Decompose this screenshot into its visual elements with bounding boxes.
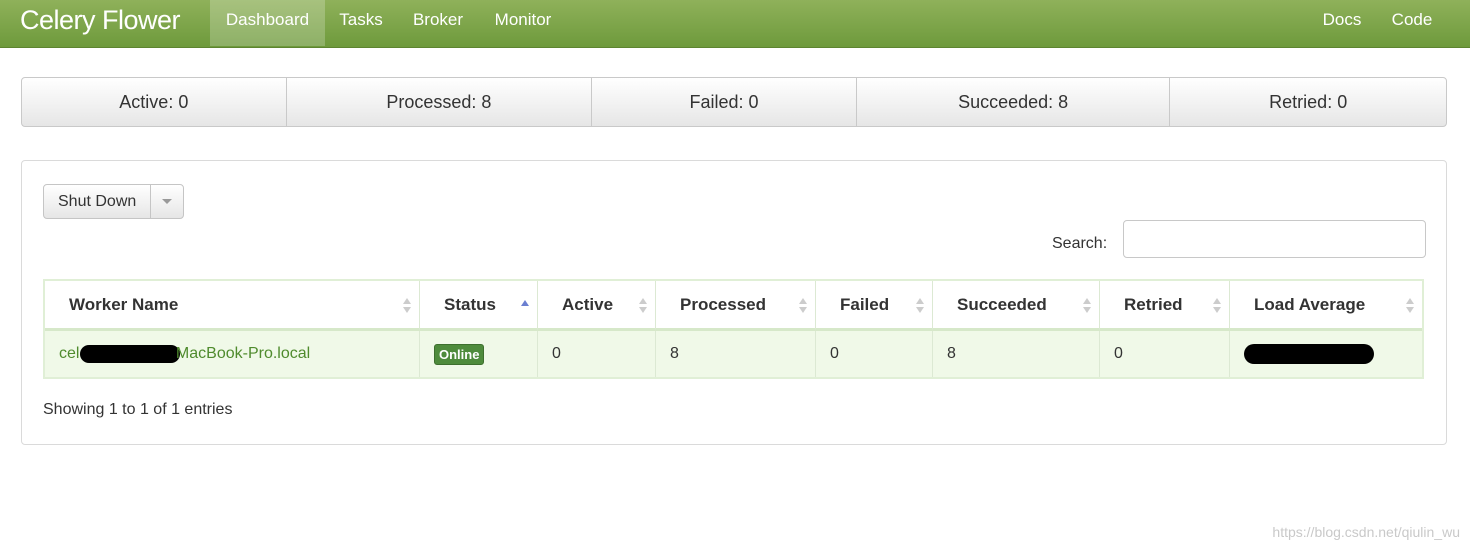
- sort-icon: [916, 298, 924, 314]
- shutdown-button[interactable]: Shut Down: [44, 185, 152, 218]
- shutdown-button-group: Shut Down: [43, 184, 185, 219]
- nav-broker[interactable]: Broker: [397, 0, 479, 46]
- top-navbar: Celery Flower Dashboard Tasks Broker Mon…: [0, 0, 1470, 48]
- sort-ascending-icon: [521, 298, 529, 314]
- sort-icon: [1083, 298, 1091, 314]
- search-input[interactable]: [1123, 220, 1426, 258]
- watermark-text: https://blog.csdn.net/qiulin_wu: [1272, 524, 1460, 540]
- workers-panel: Shut Down Search: Worker Name Status Act…: [21, 160, 1447, 445]
- column-label: Retried: [1124, 294, 1183, 314]
- stat-failed: Failed: 0: [592, 78, 857, 126]
- cell-retried: 0: [1100, 331, 1230, 377]
- column-header-processed[interactable]: Processed: [656, 281, 816, 331]
- status-badge: Online: [434, 343, 485, 365]
- cell-load-average: [1230, 331, 1422, 377]
- nav-code[interactable]: Code: [1377, 0, 1447, 46]
- sort-icon: [1406, 298, 1414, 314]
- stat-retried: Retried: 0: [1269, 91, 1348, 112]
- table-row: celery@MacBook-Pro.local Online 0 8 0 8 …: [45, 331, 1422, 377]
- search-label: Search:: [1052, 235, 1108, 252]
- column-label: Load Average: [1254, 294, 1366, 314]
- column-label: Processed: [680, 294, 766, 314]
- table-info: Showing 1 to 1 of 1 entries: [43, 401, 233, 418]
- nav-tasks[interactable]: Tasks: [325, 0, 397, 46]
- redacted-mark: [79, 344, 180, 363]
- stat-processed: Processed: 8: [287, 78, 593, 126]
- stat-active: Active: 0: [22, 78, 287, 126]
- nav-docs[interactable]: Docs: [1307, 0, 1377, 46]
- column-header-load-average[interactable]: Load Average: [1230, 281, 1422, 331]
- table-header-row: Worker Name Status Active Processed Fail…: [45, 281, 1422, 331]
- column-label: Worker Name: [69, 294, 179, 314]
- nav-monitor[interactable]: Monitor: [479, 0, 567, 46]
- workers-table: Worker Name Status Active Processed Fail…: [43, 279, 1424, 379]
- column-label: Active: [562, 294, 614, 314]
- column-header-status[interactable]: Status: [420, 281, 538, 331]
- cell-status: Online: [420, 331, 538, 377]
- worker-name-suffix: MacBook-Pro.local: [175, 345, 311, 363]
- column-label: Succeeded: [957, 294, 1047, 314]
- stats-bar: Active: 0 Processed: 8 Failed: 0 Succeed…: [21, 77, 1447, 127]
- worker-link[interactable]: celery@MacBook-Pro.local: [59, 344, 311, 363]
- brand-logo[interactable]: Celery Flower: [20, 5, 181, 36]
- cell-processed: 8: [656, 331, 816, 377]
- cell-active: 0: [538, 331, 656, 377]
- cell-succeeded: 8: [933, 331, 1100, 377]
- shutdown-dropdown-toggle[interactable]: [151, 185, 183, 218]
- column-header-active[interactable]: Active: [538, 281, 656, 331]
- stat-succeeded: Succeeded: 8: [857, 78, 1171, 126]
- column-label: Status: [444, 294, 496, 314]
- sort-icon: [639, 298, 647, 314]
- sort-icon: [799, 298, 807, 314]
- sort-icon: [403, 298, 411, 314]
- column-header-succeeded[interactable]: Succeeded: [933, 281, 1100, 331]
- sort-icon: [1213, 298, 1221, 314]
- nav-dashboard[interactable]: Dashboard: [210, 0, 325, 46]
- chevron-down-icon: [162, 199, 173, 204]
- column-header-worker-name[interactable]: Worker Name: [45, 281, 420, 331]
- cell-failed: 0: [816, 331, 933, 377]
- cell-worker-name[interactable]: celery@MacBook-Pro.local: [45, 331, 420, 377]
- column-label: Failed: [840, 294, 890, 314]
- column-header-failed[interactable]: Failed: [816, 281, 933, 331]
- column-header-retried[interactable]: Retried: [1100, 281, 1230, 331]
- redacted-mark: [1244, 344, 1374, 364]
